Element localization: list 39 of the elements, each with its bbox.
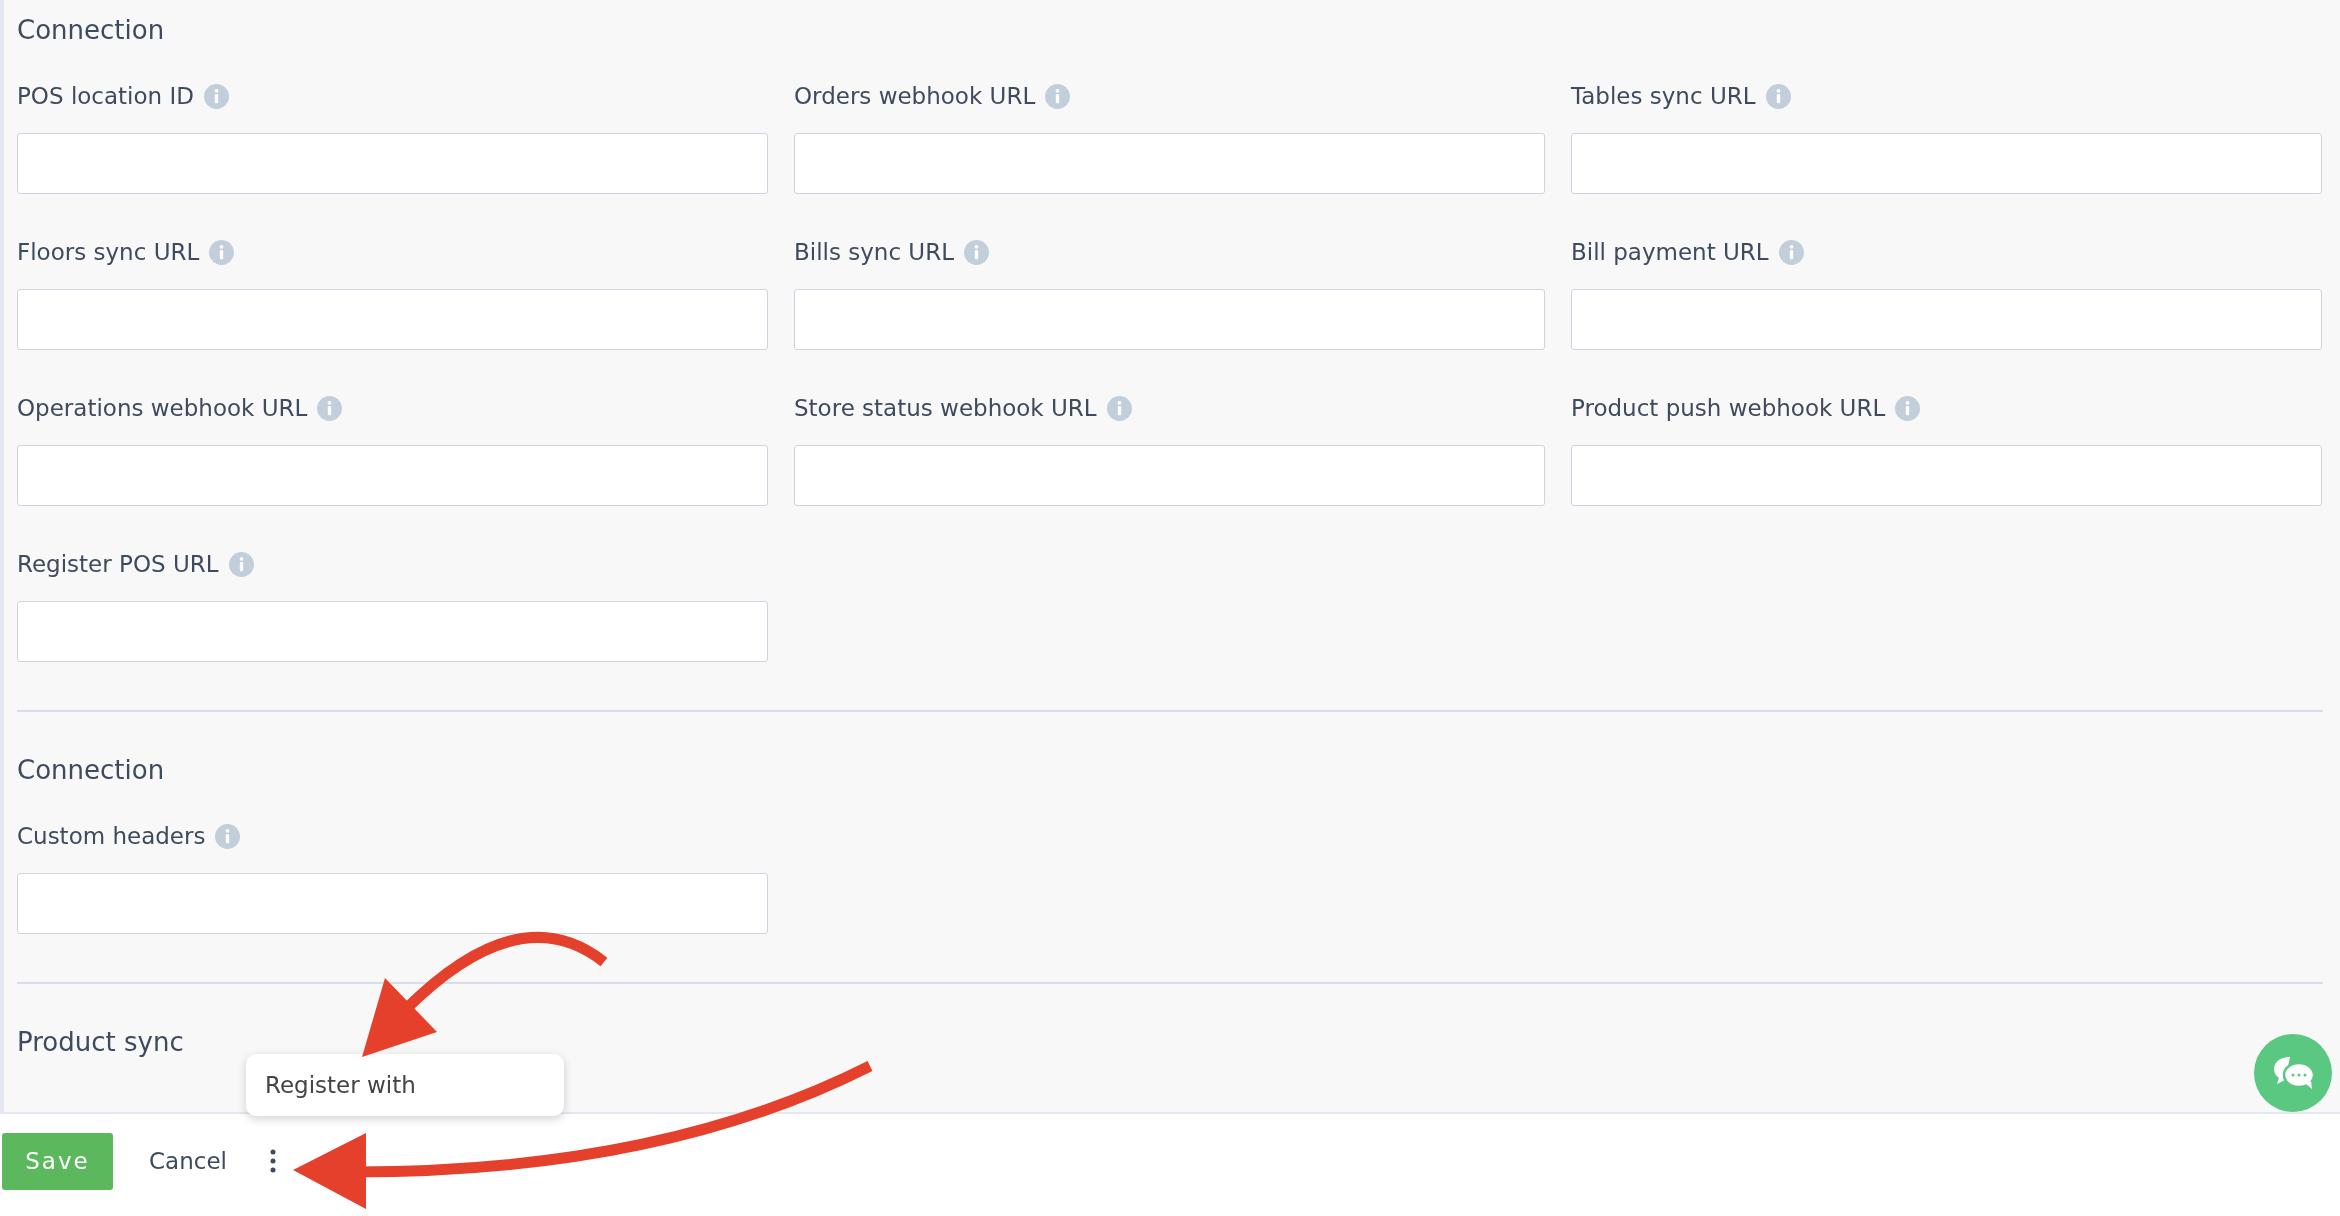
- input-field[interactable]: [794, 289, 1545, 350]
- input-field[interactable]: [1571, 133, 2322, 194]
- field-label: POS location ID: [17, 83, 194, 109]
- more-icon[interactable]: [268, 1149, 277, 1173]
- info-icon[interactable]: [209, 239, 235, 265]
- info-icon[interactable]: [964, 239, 989, 265]
- info-icon[interactable]: [1765, 83, 1791, 109]
- field-label: Custom headers: [17, 823, 206, 849]
- section-heading: Connection: [17, 14, 166, 47]
- info-icon[interactable]: [203, 83, 229, 109]
- input-field[interactable]: [1571, 289, 2322, 350]
- section-heading: Connection: [17, 754, 166, 787]
- chat-button[interactable]: [2254, 1034, 2332, 1112]
- input-field[interactable]: [17, 133, 768, 194]
- info-icon[interactable]: [228, 551, 254, 577]
- field-label: Tables sync URL: [1571, 83, 1756, 109]
- field-label: Product push webhook URL: [1571, 395, 1886, 421]
- info-icon[interactable]: [1106, 395, 1132, 421]
- field-label: Store status webhook URL: [794, 395, 1097, 421]
- field-label: Orders webhook URL: [794, 83, 1036, 109]
- input-field[interactable]: [794, 133, 1545, 194]
- info-icon[interactable]: [215, 823, 241, 849]
- input-field[interactable]: [794, 445, 1545, 506]
- field-label: Operations webhook URL: [17, 395, 308, 421]
- field-label: Floors sync URL: [17, 239, 200, 265]
- field-label: Bill payment URL: [1571, 239, 1769, 265]
- cancel-button[interactable]: Cancel: [137, 1140, 239, 1182]
- field-label: Register POS URL: [17, 551, 219, 577]
- info-icon[interactable]: [1895, 395, 1921, 421]
- info-icon[interactable]: [1778, 239, 1804, 265]
- section-heading: Product sync: [17, 1026, 185, 1059]
- input-field[interactable]: [17, 601, 768, 662]
- input-field[interactable]: [17, 445, 768, 506]
- input-field[interactable]: [1571, 445, 2322, 506]
- info-icon[interactable]: [317, 395, 343, 421]
- input-field[interactable]: [17, 289, 768, 350]
- field-label: Bills sync URL: [794, 239, 954, 265]
- input-field[interactable]: [17, 873, 768, 934]
- info-icon[interactable]: [1045, 83, 1071, 109]
